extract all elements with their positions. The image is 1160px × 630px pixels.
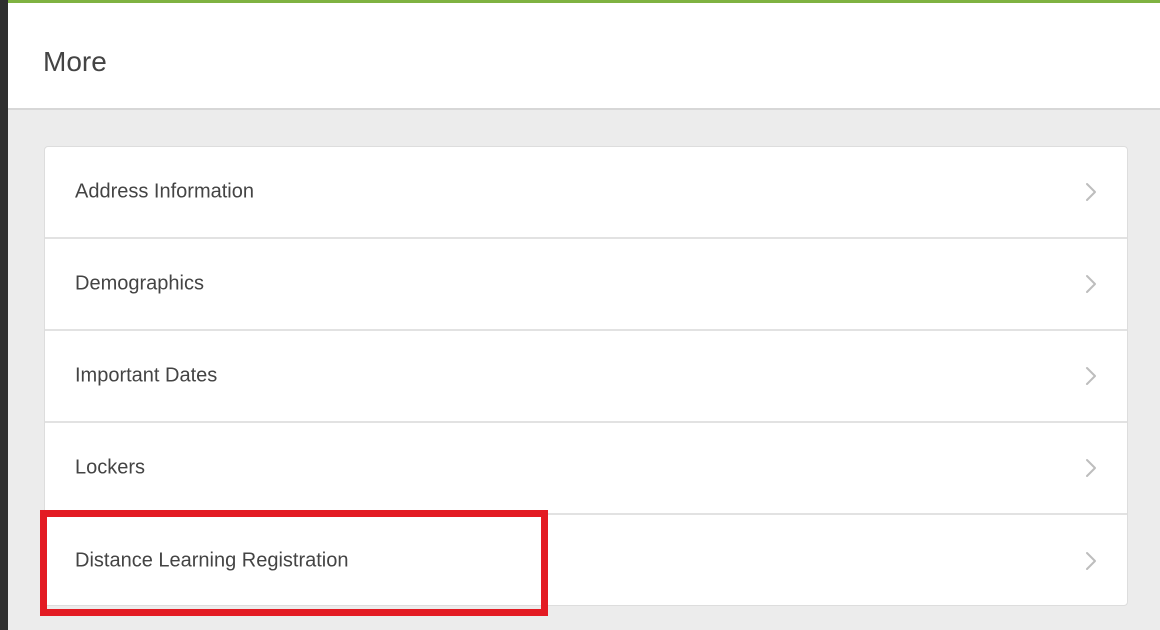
page-header: More	[8, 3, 1160, 110]
chevron-right-icon	[1085, 182, 1097, 202]
list-item-distance-learning-registration[interactable]: Distance Learning Registration	[45, 515, 1127, 605]
menu-card: Address Information Demographics Importa…	[44, 146, 1128, 606]
list-item-label: Distance Learning Registration	[75, 549, 349, 572]
chevron-right-icon	[1085, 551, 1097, 571]
menu-list: Address Information Demographics Importa…	[45, 147, 1127, 605]
list-item-label: Demographics	[75, 272, 204, 295]
list-item-lockers[interactable]: Lockers	[45, 423, 1127, 515]
list-item-important-dates[interactable]: Important Dates	[45, 331, 1127, 423]
list-item-label: Address Information	[75, 180, 254, 203]
list-item-address-information[interactable]: Address Information	[45, 147, 1127, 239]
list-item-label: Lockers	[75, 456, 146, 479]
list-item-label: Important Dates	[75, 364, 218, 387]
list-item-demographics[interactable]: Demographics	[45, 239, 1127, 331]
more-page: More Address Information Demographics Im…	[0, 0, 1160, 630]
page-title: More	[43, 46, 107, 77]
chevron-right-icon	[1085, 274, 1097, 294]
chevron-right-icon	[1085, 366, 1097, 386]
chevron-right-icon	[1085, 458, 1097, 478]
main-content: Address Information Demographics Importa…	[8, 110, 1160, 630]
left-edge-bar	[0, 0, 8, 630]
